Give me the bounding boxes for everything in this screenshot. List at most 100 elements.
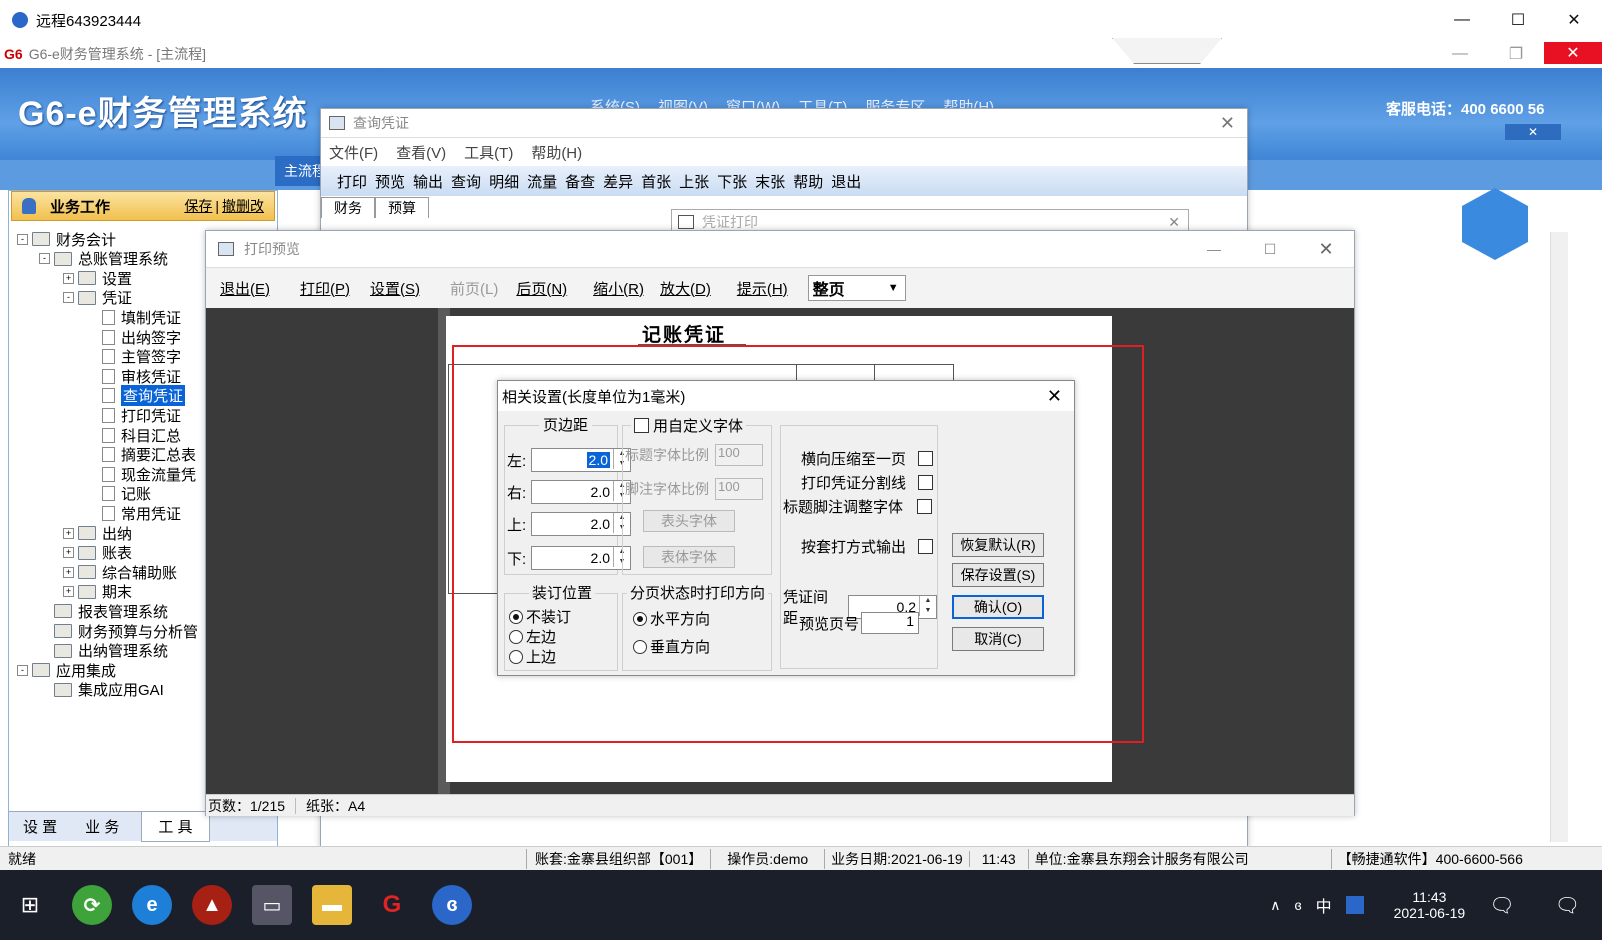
tree-item[interactable]: - 财务会计 bbox=[17, 229, 116, 249]
toolbar-button[interactable]: 下张 bbox=[717, 171, 747, 192]
notification-icon[interactable]: 🗨 bbox=[1555, 893, 1580, 918]
confirm-button[interactable]: 确认(O) bbox=[952, 595, 1044, 619]
preview-minimize-button[interactable]: — bbox=[1186, 241, 1242, 257]
tree-item[interactable]: 主管签字 bbox=[87, 347, 181, 367]
tree-item[interactable]: 填制凭证 bbox=[87, 307, 181, 327]
toolbar-button[interactable]: 流量 bbox=[527, 171, 557, 192]
option-adjust-font-checkbox[interactable] bbox=[917, 499, 933, 514]
hint-button[interactable]: 提示(H) bbox=[737, 278, 788, 299]
app-minimize-button[interactable]: — bbox=[1432, 40, 1488, 68]
tree-item[interactable]: 记账 bbox=[87, 484, 151, 504]
refresh-app-icon[interactable]: ⟳ bbox=[72, 885, 112, 925]
margin-right-input[interactable]: 2.0 ▲ ▼ bbox=[531, 480, 631, 504]
tree-item[interactable]: 科目汇总 bbox=[87, 425, 181, 445]
tree-item[interactable]: + 账表 bbox=[63, 543, 132, 563]
margin-bottom-input[interactable]: 2.0 ▲ ▼ bbox=[531, 546, 631, 570]
menu-help[interactable]: 帮助(H) bbox=[531, 142, 582, 163]
ie-browser-icon[interactable]: e bbox=[132, 885, 172, 925]
toolbar-button[interactable]: 打印 bbox=[337, 171, 367, 192]
prev-page-button[interactable]: 前页(L) bbox=[450, 278, 498, 299]
menu-view[interactable]: 查看(V) bbox=[396, 142, 446, 163]
minimize-button[interactable]: — bbox=[1434, 0, 1490, 40]
tree-item[interactable]: 现金流量凭 bbox=[87, 464, 196, 484]
expand-icon[interactable]: + bbox=[63, 566, 74, 578]
restore-default-button[interactable]: 恢复默认(R) bbox=[952, 533, 1044, 557]
clock[interactable]: 11:43 2021-06-19 bbox=[1394, 889, 1466, 921]
tree-item[interactable]: - 凭证 bbox=[63, 288, 132, 308]
toolbar-button[interactable]: 预览 bbox=[375, 171, 405, 192]
expand-icon[interactable]: + bbox=[63, 586, 74, 598]
binding-left-radio[interactable]: 左边 bbox=[509, 626, 556, 647]
option-row-1[interactable]: 横向压缩至一页 bbox=[801, 448, 934, 469]
exit-button[interactable]: 退出(E) bbox=[220, 278, 270, 299]
undo-delete-link[interactable]: 撤删改 bbox=[222, 196, 264, 216]
tree-item[interactable]: 摘要汇总表 bbox=[87, 445, 196, 465]
zoom-in-button[interactable]: 放大(D) bbox=[660, 278, 711, 299]
tree-item[interactable]: 集成应用GAI bbox=[39, 680, 164, 700]
expand-icon[interactable]: + bbox=[63, 527, 74, 539]
zoom-select[interactable]: 整页 ▼ bbox=[807, 275, 906, 301]
toolbar-button[interactable]: 末张 bbox=[755, 171, 785, 192]
torch-app-icon[interactable]: ▲ bbox=[192, 885, 232, 925]
header-font-button[interactable]: 表头字体 bbox=[643, 510, 735, 532]
toolbar-button[interactable]: 备查 bbox=[565, 171, 595, 192]
collapse-icon[interactable]: - bbox=[17, 233, 28, 245]
tree-item[interactable]: - 应用集成 bbox=[17, 660, 116, 680]
ime-indicator[interactable]: 中 bbox=[1316, 893, 1332, 917]
toolbar-button[interactable]: 帮助 bbox=[793, 171, 823, 192]
margin-left-input[interactable]: 2.0 ▲ ▼ bbox=[531, 448, 631, 472]
close-button[interactable]: ✕ bbox=[1546, 0, 1602, 40]
save-link[interactable]: 保存 bbox=[184, 196, 212, 216]
body-font-button[interactable]: 表体字体 bbox=[643, 546, 735, 568]
voucher-print-close-button[interactable]: ✕ bbox=[1168, 214, 1180, 231]
print-button[interactable]: 打印(P) bbox=[300, 278, 350, 299]
binding-top-radio[interactable]: 上边 bbox=[509, 646, 556, 667]
binding-none-radio[interactable]: 不装订 bbox=[509, 606, 571, 627]
tree-item[interactable]: + 期末 bbox=[63, 582, 132, 602]
preview-page-input[interactable]: 1 bbox=[861, 612, 920, 634]
option-row-4[interactable]: 按套打方式输出 bbox=[801, 536, 934, 557]
tree-item[interactable]: 审核凭证 bbox=[87, 366, 181, 386]
menu-tools[interactable]: 工具(T) bbox=[464, 142, 513, 163]
option-separator-checkbox[interactable] bbox=[918, 475, 934, 490]
tray-input-icon[interactable] bbox=[1345, 896, 1364, 914]
remote-control-tab[interactable] bbox=[1112, 38, 1222, 64]
tab-settings[interactable]: 设 置 bbox=[23, 816, 57, 837]
g6-app-icon[interactable]: G bbox=[372, 885, 412, 925]
expand-icon[interactable]: + bbox=[63, 547, 74, 559]
custom-font-checkbox[interactable] bbox=[634, 418, 649, 433]
folder-icon[interactable]: ▬ bbox=[312, 885, 352, 925]
toolbar-button[interactable]: 上张 bbox=[679, 171, 709, 192]
next-page-button[interactable]: 后页(N) bbox=[516, 278, 567, 299]
toolbar-button[interactable]: 输出 bbox=[413, 171, 443, 192]
option-template-print-checkbox[interactable] bbox=[918, 539, 934, 554]
computer-icon[interactable]: ▭ bbox=[252, 885, 292, 925]
main-scrollbar[interactable] bbox=[1550, 232, 1568, 842]
option-landscape-checkbox[interactable] bbox=[918, 451, 934, 466]
collapse-icon[interactable]: - bbox=[17, 664, 28, 676]
preview-maximize-button[interactable]: ☐ bbox=[1242, 241, 1298, 258]
footnote-font-ratio-input[interactable]: 100 bbox=[715, 478, 763, 500]
query-window-close-button[interactable]: ✕ bbox=[1220, 113, 1235, 134]
remote-app-icon[interactable]: ɞ bbox=[432, 885, 472, 925]
option-row-2[interactable]: 打印凭证分割线 bbox=[801, 472, 934, 493]
tree-item[interactable]: 出纳管理系统 bbox=[39, 641, 168, 661]
custom-font-checkbox-row[interactable]: 用自定义字体 bbox=[631, 415, 747, 436]
app-close-button[interactable]: ✕ bbox=[1544, 42, 1602, 64]
title-font-ratio-input[interactable]: 100 bbox=[715, 444, 763, 466]
menu-file[interactable]: 文件(F) bbox=[329, 142, 378, 163]
chat-icon[interactable]: 🗨 bbox=[1489, 893, 1514, 918]
toolbar-button[interactable]: 明细 bbox=[489, 171, 519, 192]
toolbar-button[interactable]: 查询 bbox=[451, 171, 481, 192]
banner-close-button[interactable]: ✕ bbox=[1505, 124, 1561, 140]
tray-remote-icon[interactable]: ɞ bbox=[1294, 897, 1301, 913]
windows-start-icon[interactable]: ⊞ bbox=[0, 880, 60, 930]
tab-tools[interactable]: 工 具 bbox=[141, 811, 210, 842]
tree-item[interactable]: 常用凭证 bbox=[87, 503, 181, 523]
expand-icon[interactable]: + bbox=[63, 272, 74, 284]
tray-chevron-up-icon[interactable]: ∧ bbox=[1270, 897, 1280, 914]
toolbar-button[interactable]: 差异 bbox=[603, 171, 633, 192]
tree-item[interactable]: 报表管理系统 bbox=[39, 601, 168, 621]
direction-horizontal-radio[interactable]: 水平方向 bbox=[633, 608, 710, 629]
app-restore-button[interactable]: ❐ bbox=[1488, 40, 1544, 68]
